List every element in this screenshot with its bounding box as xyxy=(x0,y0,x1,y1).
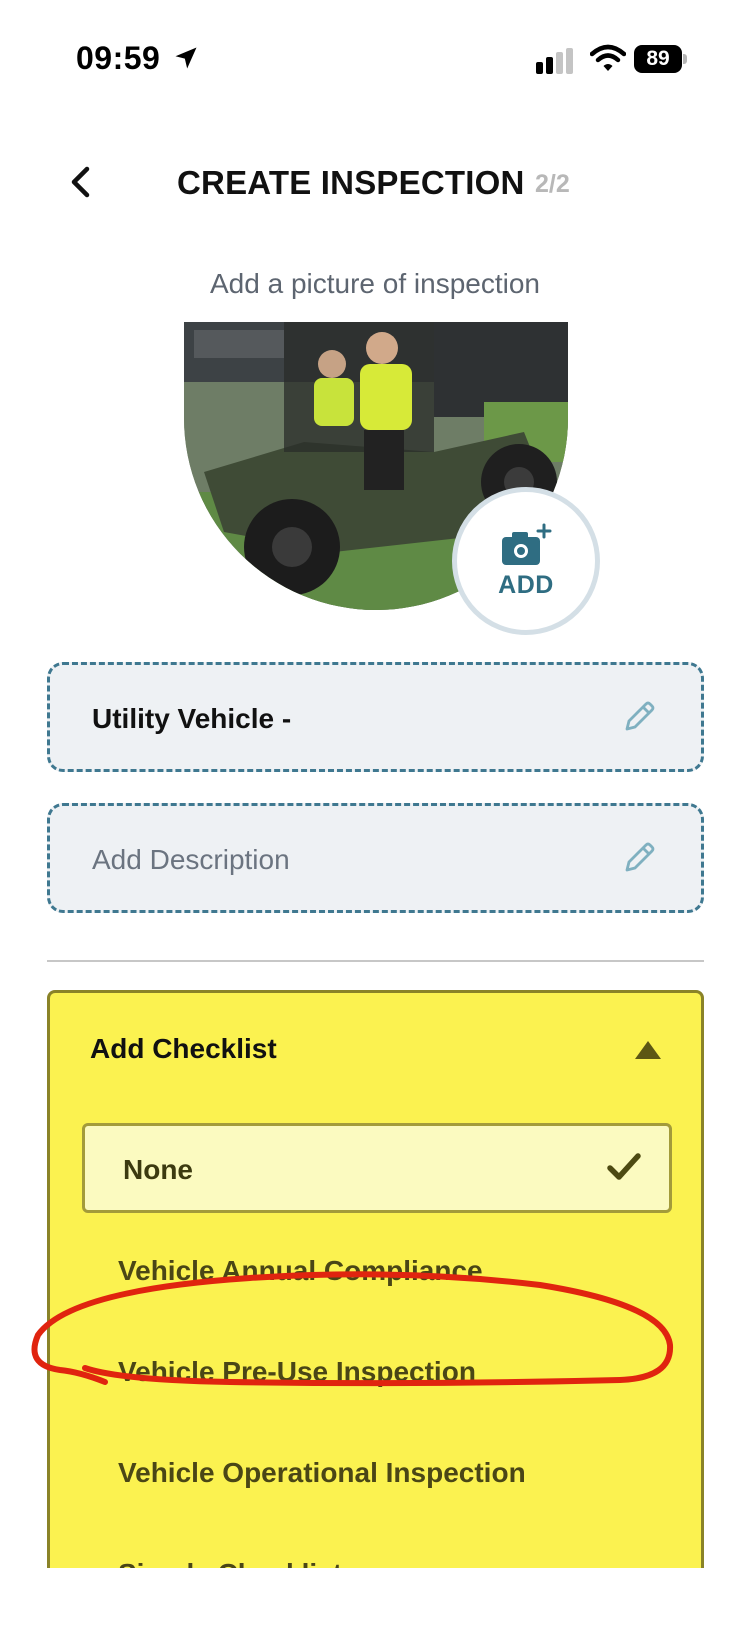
back-button[interactable] xyxy=(58,160,102,204)
battery-icon: 89 xyxy=(634,45,687,73)
add-photo-label: ADD xyxy=(498,570,554,599)
checklist-option-none[interactable]: None xyxy=(82,1123,672,1213)
checkmark-icon xyxy=(607,1153,641,1180)
description-placeholder: Add Description xyxy=(92,844,290,875)
camera-plus-icon xyxy=(502,523,552,565)
chevron-left-icon xyxy=(71,166,90,198)
pencil-icon[interactable] xyxy=(621,840,657,876)
checklist-panel: Add Checklist None Vehicle Annual Compli… xyxy=(47,990,704,1631)
wifi-icon xyxy=(590,44,626,71)
inspection-name-value: Utility Vehicle - xyxy=(92,703,292,734)
description-field[interactable]: Add Description xyxy=(47,803,704,913)
status-time: 09:59 xyxy=(76,40,161,76)
bottom-area xyxy=(0,1568,750,1631)
checklist-option[interactable]: Vehicle Annual Compliance xyxy=(118,1255,483,1287)
caret-up-icon[interactable] xyxy=(633,1039,663,1061)
page-title: CREATE INSPECTION xyxy=(177,164,525,201)
cellular-signal-icon xyxy=(536,48,573,74)
status-bar: 09:59 89 xyxy=(0,0,750,120)
inspection-name-field[interactable]: Utility Vehicle - xyxy=(47,662,704,772)
checklist-title: Add Checklist xyxy=(90,1033,277,1064)
checklist-option[interactable]: Vehicle Operational Inspection xyxy=(118,1457,526,1489)
checklist-option-label: None xyxy=(123,1154,193,1185)
pencil-icon[interactable] xyxy=(621,699,657,735)
location-arrow-icon xyxy=(175,47,197,69)
checklist-option[interactable]: Vehicle Pre-Use Inspection xyxy=(118,1356,476,1388)
divider xyxy=(47,960,704,962)
header: CREATE INSPECTION 2/2 xyxy=(0,150,750,214)
add-photo-button[interactable]: ADD xyxy=(452,487,600,635)
battery-level: 89 xyxy=(634,45,682,73)
step-indicator: 2/2 xyxy=(535,170,570,198)
picture-label: Add a picture of inspection xyxy=(210,268,540,299)
